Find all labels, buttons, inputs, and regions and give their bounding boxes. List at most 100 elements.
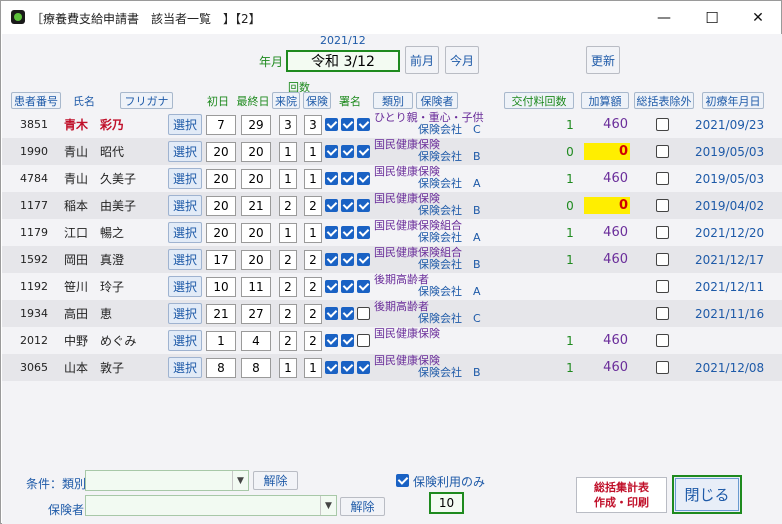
exclude-checkbox[interactable] xyxy=(656,118,669,131)
maximize-button[interactable]: ☐ xyxy=(689,1,735,34)
exclude-checkbox[interactable] xyxy=(656,226,669,239)
select-button[interactable]: 選択 xyxy=(168,330,202,351)
insurance-count-field[interactable]: 1 xyxy=(304,223,322,243)
first-day-field[interactable]: 10 xyxy=(206,277,236,297)
signature-checkbox-2[interactable] xyxy=(341,199,354,212)
signature-checkbox-3[interactable] xyxy=(357,199,370,212)
table-row[interactable]: 3065 山本 敦子 選択 8 8 1 1 国民健康保険 保険会社 B 1 460 2021/12/0… xyxy=(2,354,782,381)
select-button[interactable]: 選択 xyxy=(168,141,202,162)
signature-checkbox-2[interactable] xyxy=(341,334,354,347)
signature-checkbox-2[interactable] xyxy=(341,361,354,374)
select-button[interactable]: 選択 xyxy=(168,114,202,135)
table-row[interactable]: 1934 高田 恵選択 21 27 2 2 後期高齢者 保険会社 C 2021/11/16 xyxy=(2,300,782,327)
category-filter-select[interactable]: ▼ xyxy=(85,470,249,491)
signature-checkbox-3[interactable] xyxy=(357,334,370,347)
col-issue-count[interactable]: 交付料回数 xyxy=(504,92,574,109)
exclude-checkbox[interactable] xyxy=(656,280,669,293)
col-first-visit-date[interactable]: 初療年月日 xyxy=(702,92,764,109)
first-day-field[interactable]: 17 xyxy=(206,250,236,270)
last-day-field[interactable]: 4 xyxy=(241,331,271,351)
table-row[interactable]: 2012 中野 めぐみ 選択 1 4 2 2 国民健康保険 1 460 xyxy=(2,327,782,354)
insurance-count-field[interactable]: 2 xyxy=(304,304,322,324)
signature-checkbox-2[interactable] xyxy=(341,172,354,185)
first-day-field[interactable]: 1 xyxy=(206,331,236,351)
table-row[interactable]: 1592 岡田 真澄 選択 17 20 2 2 国民健康保険組合 保険会社 B 1 460 2021/… xyxy=(2,246,782,273)
signature-checkbox-1[interactable] xyxy=(325,334,338,347)
exclude-checkbox[interactable] xyxy=(656,253,669,266)
visits-field[interactable]: 1 xyxy=(279,169,297,189)
signature-checkbox-2[interactable] xyxy=(341,226,354,239)
select-button[interactable]: 選択 xyxy=(168,195,202,216)
signature-checkbox-3[interactable] xyxy=(357,280,370,293)
col-kana[interactable]: フリガナ xyxy=(120,92,173,109)
table-row[interactable]: 4784 青山 久美子 選択 20 20 1 1 国民健康保険 保険会社 A 1 460 2019/0… xyxy=(2,165,782,192)
insurance-count-field[interactable]: 2 xyxy=(304,331,322,351)
signature-checkbox-1[interactable] xyxy=(325,118,338,131)
summary-print-button[interactable]: 総括集計表 作成・印刷 xyxy=(576,477,667,513)
first-day-field[interactable]: 21 xyxy=(206,304,236,324)
exclude-checkbox[interactable] xyxy=(656,172,669,185)
signature-checkbox-1[interactable] xyxy=(325,280,338,293)
visits-field[interactable]: 2 xyxy=(279,331,297,351)
refresh-button[interactable]: 更新 xyxy=(586,46,620,74)
last-day-field[interactable]: 20 xyxy=(241,250,271,270)
signature-checkbox-1[interactable] xyxy=(325,253,338,266)
last-day-field[interactable]: 11 xyxy=(241,277,271,297)
col-insurance-count[interactable]: 保険 xyxy=(303,92,331,109)
insurance-count-field[interactable]: 1 xyxy=(304,169,322,189)
last-day-field[interactable]: 20 xyxy=(241,223,271,243)
table-row[interactable]: 1192 笹川 玲子 選択 10 11 2 2 後期高齢者 保険会社 A 2021/12/11 xyxy=(2,273,782,300)
signature-checkbox-3[interactable] xyxy=(357,253,370,266)
signature-checkbox-2[interactable] xyxy=(341,307,354,320)
insurance-count-field[interactable]: 3 xyxy=(304,115,322,135)
col-insurer[interactable]: 保険者 xyxy=(416,92,458,109)
table-row[interactable]: 1179 江口 暢之 選択 20 20 1 1 国民健康保険組合 保険会社 A 1 460 2021/… xyxy=(2,219,782,246)
select-button[interactable]: 選択 xyxy=(168,276,202,297)
this-month-button[interactable]: 今月 xyxy=(445,46,479,74)
visits-field[interactable]: 2 xyxy=(279,304,297,324)
signature-checkbox-2[interactable] xyxy=(341,280,354,293)
signature-checkbox-1[interactable] xyxy=(325,307,338,320)
last-day-field[interactable]: 8 xyxy=(241,358,271,378)
col-addition[interactable]: 加算額 xyxy=(581,92,629,109)
insurance-count-field[interactable]: 2 xyxy=(304,250,322,270)
last-day-field[interactable]: 20 xyxy=(241,142,271,162)
last-day-field[interactable]: 20 xyxy=(241,169,271,189)
signature-checkbox-3[interactable] xyxy=(357,226,370,239)
signature-checkbox-3[interactable] xyxy=(357,172,370,185)
last-day-field[interactable]: 29 xyxy=(241,115,271,135)
signature-checkbox-1[interactable] xyxy=(325,361,338,374)
exclude-checkbox[interactable] xyxy=(656,307,669,320)
visits-field[interactable]: 2 xyxy=(279,277,297,297)
insurance-count-field[interactable]: 1 xyxy=(304,358,322,378)
visits-field[interactable]: 1 xyxy=(279,358,297,378)
col-exclude[interactable]: 総括表除外 xyxy=(634,92,694,109)
insurance-count-field[interactable]: 2 xyxy=(304,196,322,216)
last-day-field[interactable]: 21 xyxy=(241,196,271,216)
year-month-field[interactable]: 令和 3/12 xyxy=(286,50,400,72)
first-day-field[interactable]: 8 xyxy=(206,358,236,378)
visits-field[interactable]: 2 xyxy=(279,250,297,270)
first-day-field[interactable]: 20 xyxy=(206,196,236,216)
visits-field[interactable]: 1 xyxy=(279,142,297,162)
prev-month-button[interactable]: 前月 xyxy=(405,46,439,74)
signature-checkbox-1[interactable] xyxy=(325,172,338,185)
select-button[interactable]: 選択 xyxy=(168,357,202,378)
last-day-field[interactable]: 27 xyxy=(241,304,271,324)
minimize-button[interactable]: — xyxy=(641,1,687,34)
table-row[interactable]: 1990 青山 昭代 選択 20 20 1 1 国民健康保険 保険会社 B 0 0 2019/05/0… xyxy=(2,138,782,165)
signature-checkbox-3[interactable] xyxy=(357,118,370,131)
insurance-count-field[interactable]: 2 xyxy=(304,277,322,297)
signature-checkbox-2[interactable] xyxy=(341,145,354,158)
insurance-only-checkbox[interactable] xyxy=(396,474,409,487)
signature-checkbox-2[interactable] xyxy=(341,253,354,266)
exclude-checkbox[interactable] xyxy=(656,361,669,374)
signature-checkbox-3[interactable] xyxy=(357,145,370,158)
signature-checkbox-1[interactable] xyxy=(325,145,338,158)
exclude-checkbox[interactable] xyxy=(656,145,669,158)
insurance-count-field[interactable]: 1 xyxy=(304,142,322,162)
select-button[interactable]: 選択 xyxy=(168,249,202,270)
clear-category-button[interactable]: 解除 xyxy=(253,471,298,490)
signature-checkbox-3[interactable] xyxy=(357,307,370,320)
close-button[interactable]: 閉じる xyxy=(672,475,742,514)
